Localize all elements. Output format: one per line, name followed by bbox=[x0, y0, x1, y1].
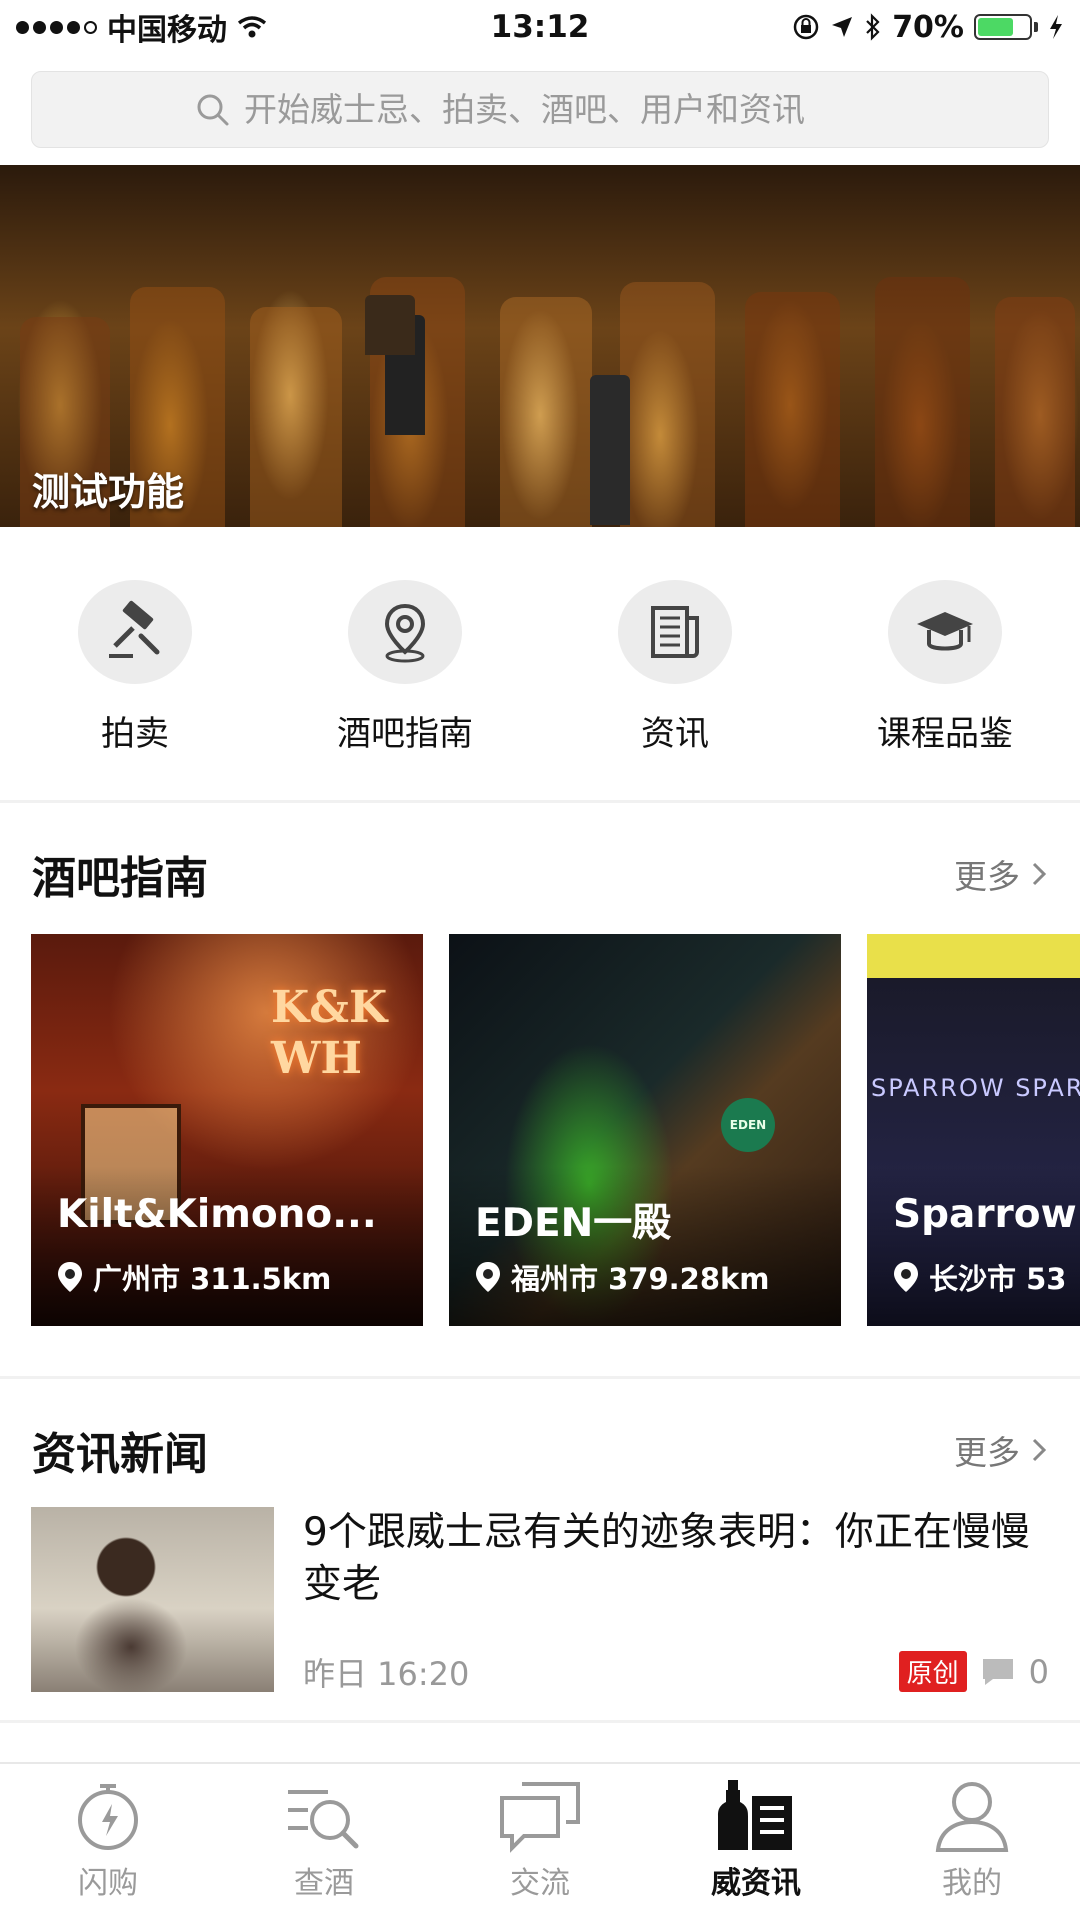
news-time: 昨日 16:20 bbox=[303, 1655, 470, 1693]
tab-whisky-news[interactable]: 威资讯 bbox=[648, 1764, 864, 1920]
bar-card[interactable]: EDEN EDEN一殿 福州市 379.28km bbox=[449, 934, 841, 1326]
bar-card-carousel[interactable]: K&K WH Kilt&Kimono... 广州市 311.5km EDEN E… bbox=[31, 934, 1080, 1326]
news-more-link[interactable]: 更多 bbox=[954, 1426, 1048, 1474]
bottom-tab-bar: 闪购 查酒 交流 威资讯 我的 bbox=[0, 1762, 1080, 1920]
bar-card[interactable]: SPARROW SPARRO Sparrow 长沙市 53 bbox=[867, 934, 1080, 1326]
bar-guide-header: 酒吧指南 更多 bbox=[32, 842, 1048, 906]
news-header: 资讯新闻 更多 bbox=[32, 1418, 1048, 1482]
quick-entry-bar-guide[interactable]: 酒吧指南 bbox=[270, 580, 540, 755]
quick-entry-label: 资讯 bbox=[641, 714, 709, 754]
quick-entry-news[interactable]: 资讯 bbox=[540, 580, 810, 755]
quick-entry-icon-circle bbox=[78, 580, 192, 684]
chat-bubbles-icon bbox=[500, 1782, 580, 1853]
news-title: 9个跟威士忌有关的迹象表明：你正在慢慢变老 bbox=[303, 1510, 1030, 1607]
chevron-right-icon bbox=[1032, 1438, 1047, 1462]
battery-icon bbox=[974, 14, 1038, 40]
tab-search-whisky[interactable]: 查酒 bbox=[216, 1764, 432, 1920]
search-bar[interactable] bbox=[31, 71, 1049, 148]
location-pin-icon bbox=[476, 1262, 500, 1292]
bar-location: 福州市 379.28km bbox=[475, 1256, 770, 1298]
card-shade bbox=[31, 1166, 423, 1326]
section-title: 酒吧指南 bbox=[32, 853, 208, 904]
news-thumbnail bbox=[31, 1507, 274, 1692]
banner-caption: 测试功能 bbox=[32, 470, 185, 514]
carrier-name: 中国移动 bbox=[107, 13, 227, 48]
hero-banner[interactable]: 测试功能 bbox=[0, 165, 1080, 527]
bar-card[interactable]: K&K WH Kilt&Kimono... 广州市 311.5km bbox=[31, 934, 423, 1326]
quick-entry-icon-circle bbox=[618, 580, 732, 684]
graduation-cap-icon bbox=[917, 612, 973, 651]
signal-strength-icon bbox=[16, 20, 97, 34]
comment-icon bbox=[982, 1658, 1013, 1685]
bar-name: EDEN一殿 bbox=[475, 1201, 672, 1246]
quick-entry-course[interactable]: 课程品鉴 bbox=[810, 580, 1080, 755]
bar-name: Kilt&Kimono... bbox=[57, 1192, 377, 1237]
wifi-icon bbox=[237, 16, 267, 38]
battery-percent: 70% bbox=[892, 9, 964, 45]
bar-location: 广州市 311.5km bbox=[57, 1256, 331, 1298]
bluetooth-icon bbox=[866, 13, 880, 41]
divider bbox=[0, 800, 1080, 803]
location-arrow-icon bbox=[832, 17, 853, 37]
status-right: 70% bbox=[792, 10, 1064, 45]
divider bbox=[0, 1720, 1080, 1723]
stopwatch-icon bbox=[78, 1784, 138, 1850]
tab-profile[interactable]: 我的 bbox=[864, 1764, 1080, 1920]
more-label: 更多 bbox=[954, 857, 1020, 896]
section-title: 资讯新闻 bbox=[32, 1429, 208, 1480]
gavel-icon bbox=[109, 600, 160, 658]
card-shade bbox=[867, 1166, 1080, 1326]
search-input[interactable] bbox=[244, 90, 884, 129]
search-list-icon bbox=[288, 1790, 359, 1849]
status-left: 中国移动 bbox=[16, 5, 267, 49]
location-pin-icon bbox=[58, 1262, 82, 1292]
tab-community[interactable]: 交流 bbox=[432, 1764, 648, 1920]
status-bar: 中国移动 13:12 70% bbox=[0, 0, 1080, 54]
newspaper-icon bbox=[651, 606, 699, 658]
quick-entry-label: 酒吧指南 bbox=[337, 714, 473, 754]
tab-label: 交流 bbox=[510, 1866, 570, 1901]
bar-location-text: 广州市 311.5km bbox=[93, 1262, 332, 1296]
bar-location: 长沙市 53 bbox=[893, 1256, 1066, 1298]
bar-sign-text: SPARROW SPARRO bbox=[871, 1074, 1080, 1102]
tab-label: 闪购 bbox=[78, 1866, 138, 1901]
bar-name: Sparrow bbox=[893, 1192, 1077, 1237]
comment-count: 0 bbox=[1028, 1652, 1049, 1691]
quick-entry-label: 课程品鉴 bbox=[877, 714, 1013, 754]
quick-entry-icon-circle bbox=[348, 580, 462, 684]
tab-label: 我的 bbox=[942, 1866, 1002, 1901]
bar-logo: EDEN bbox=[721, 1098, 775, 1152]
chevron-right-icon bbox=[1032, 862, 1047, 886]
search-icon bbox=[197, 94, 229, 125]
tab-flash-sale[interactable]: 闪购 bbox=[0, 1764, 216, 1920]
quick-entry-icon-circle bbox=[888, 580, 1002, 684]
divider bbox=[0, 1376, 1080, 1379]
original-badge: 原创 bbox=[898, 1651, 967, 1692]
quick-entry-label: 拍卖 bbox=[101, 714, 169, 754]
location-pin-icon bbox=[894, 1262, 918, 1292]
news-item[interactable]: 9个跟威士忌有关的迹象表明：你正在慢慢变老 昨日 16:20 原创 0 bbox=[31, 1507, 1049, 1693]
bottle-news-icon bbox=[718, 1780, 792, 1850]
tab-label: 威资讯 bbox=[711, 1866, 801, 1901]
tab-label: 查酒 bbox=[294, 1866, 354, 1901]
user-icon bbox=[935, 1782, 1009, 1852]
bar-location-text: 福州市 379.28km bbox=[511, 1262, 770, 1296]
bar-location-text: 长沙市 53 bbox=[929, 1262, 1067, 1296]
map-pin-icon bbox=[384, 603, 426, 663]
rotation-lock-icon bbox=[793, 14, 819, 40]
bar-guide-more-link[interactable]: 更多 bbox=[954, 850, 1048, 898]
bar-sign-text: K&K WH bbox=[271, 982, 388, 1084]
charging-bolt-icon bbox=[1050, 15, 1062, 39]
more-label: 更多 bbox=[954, 1433, 1020, 1472]
news-meta: 原创 0 bbox=[898, 1651, 1049, 1692]
quick-entry-grid: 拍卖 酒吧指南 资讯 课程品鉴 bbox=[0, 580, 1080, 755]
quick-entry-auction[interactable]: 拍卖 bbox=[0, 580, 270, 755]
